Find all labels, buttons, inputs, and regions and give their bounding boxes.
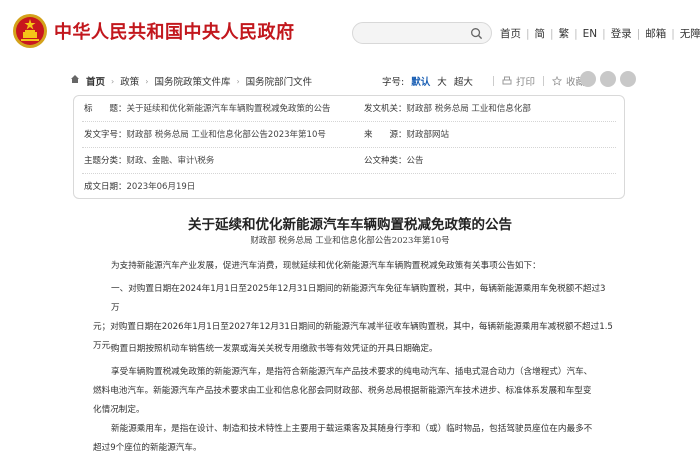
chevron-right-icon: › [236, 76, 240, 86]
info-title-label: 标 题： [84, 104, 127, 114]
paragraph-line: 一、对购置日期在2024年1月1日至2025年12月31日期间的新能源汽车免征车… [111, 284, 606, 313]
info-row-title: 标 题： 关于延续和优化新能源汽车车辆购置税减免政策的公告 [84, 98, 331, 118]
info-type-value: 公告 [406, 156, 424, 166]
divider: | [636, 27, 641, 40]
print-label: 打印 [516, 77, 536, 88]
top-link-traditional[interactable]: 繁 [559, 26, 570, 41]
paragraph-line: 为支持新能源汽车产业发展，促进汽车消费，现就延续和优化新能源汽车车辆购置税减免政… [111, 261, 541, 271]
divider: | [550, 27, 554, 40]
divider [82, 147, 616, 148]
info-issuer-label: 发文机关： [364, 104, 407, 114]
qzone-icon[interactable] [620, 71, 636, 87]
info-issuer-value: 财政部 税务总局 工业和信息化部 [406, 104, 531, 114]
paragraph-line: 元；对购置日期在2026年1月1日至2027年12月31日期间的新能源汽车减半征… [93, 322, 613, 332]
divider: | [526, 27, 530, 40]
info-date-value: 2023年06月19日 [126, 182, 196, 192]
top-nav-links: 首页 | 简 | 繁 | EN | 登录 | 邮箱 | 无障碍 [500, 26, 700, 41]
info-row-source: 来 源： 财政部网站 [364, 124, 449, 144]
divider [543, 76, 545, 86]
chevron-right-icon: › [111, 76, 115, 86]
info-row-topic: 主题分类： 财政、金融、审计\税务 [84, 150, 214, 170]
info-doc-no-value: 财政部 税务总局 工业和信息化部公告2023年第10号 [126, 130, 326, 140]
info-topic-value: 财政、金融、审计\税务 [126, 156, 215, 166]
paragraph-purchase-date: 购置日期按照机动车销售统一发票或海关关税专用缴款书等有效凭证的开具日期确定。 [93, 340, 613, 359]
breadcrumb: 首页 › 政策 › 国务院政策文件库 › 国务院部门文件 [86, 74, 313, 89]
site-title[interactable]: 中华人民共和国中央人民政府 [54, 18, 295, 44]
divider [82, 121, 616, 122]
paragraph-line: 享受车辆购置税减免政策的新能源汽车，是指符合新能源汽车产品技术要求的纯电动汽车、… [111, 367, 593, 377]
font-size-label: 字号: [382, 77, 405, 88]
chevron-right-icon: › [145, 76, 149, 86]
document-title: 关于延续和优化新能源汽车车辆购置税减免政策的公告 [188, 217, 512, 233]
info-source-label: 来 源： [364, 130, 407, 140]
paragraph-line: 超过9个座位的新能源汽车。 [93, 443, 202, 453]
top-link-accessibility[interactable]: 无障碍 [680, 26, 700, 41]
national-emblem-icon[interactable] [12, 13, 48, 49]
divider [82, 173, 616, 174]
top-link-home[interactable]: 首页 [500, 26, 521, 41]
info-row-doc-no: 发文字号： 财政部 税务总局 工业和信息化部公告2023年第10号 [84, 124, 326, 144]
top-link-english[interactable]: EN [583, 28, 598, 40]
document-subtitle: 财政部 税务总局 工业和信息化部公告2023年第10号 [250, 236, 450, 246]
divider: | [574, 27, 578, 40]
divider: | [671, 27, 675, 40]
info-date-label: 成文日期： [84, 182, 127, 192]
divider [493, 76, 494, 86]
paragraph-line: 燃料电池汽车。新能源汽车产品技术要求由工业和信息化部会同财政部、税务总局根据新能… [93, 386, 592, 396]
info-source-value: 财政部网站 [406, 130, 450, 140]
weibo-icon[interactable] [580, 71, 596, 87]
font-size-switcher: 字号: 默认 大 超大 [382, 74, 473, 88]
search-input[interactable] [352, 22, 492, 44]
divider: | [602, 27, 606, 40]
print-icon [502, 76, 512, 85]
star-icon [552, 76, 563, 86]
document-info-table: 标 题： 关于延续和优化新能源汽车车辆购置税减免政策的公告 发文机关： 财政部 … [73, 95, 625, 199]
home-icon [71, 75, 79, 83]
paragraph-vehicle-definition: 享受车辆购置税减免政策的新能源汽车，是指符合新能源汽车产品技术要求的纯电动汽车、… [93, 363, 613, 420]
info-topic-label: 主题分类： [84, 156, 127, 166]
info-row-issuer: 发文机关： 财政部 税务总局 工业和信息化部 [364, 98, 531, 118]
font-size-large[interactable]: 大 [437, 77, 447, 88]
paragraph-line: 购置日期按照机动车销售统一发票或海关关税专用缴款书等有效凭证的开具日期确定。 [111, 344, 438, 354]
page-tools: 打印 收藏 [485, 74, 585, 88]
font-size-xlarge[interactable]: 超大 [454, 77, 473, 88]
breadcrumb-home[interactable]: 首页 [86, 74, 105, 88]
top-link-simplified[interactable]: 简 [535, 26, 546, 41]
wechat-icon[interactable] [600, 71, 616, 87]
print-button[interactable]: 打印 [502, 74, 535, 88]
paragraph-line: 新能源乘用车，是指在设计、制造和技术特性上主要用于载运乘客及其随身行李和（或）临… [111, 424, 593, 434]
info-title-value: 关于延续和优化新能源汽车车辆购置税减免政策的公告 [126, 104, 331, 114]
breadcrumb-policy[interactable]: 政策 [120, 74, 139, 88]
search-icon[interactable] [470, 27, 483, 40]
info-row-date: 成文日期： 2023年06月19日 [84, 176, 195, 196]
share-buttons [580, 71, 640, 87]
paragraph-intro: 为支持新能源汽车产业发展，促进汽车消费，现就延续和优化新能源汽车车辆购置税减免政… [93, 257, 613, 276]
site-header: 中华人民共和国中央人民政府 首页 | 简 | 繁 | EN | 登录 | 邮箱 … [0, 0, 700, 64]
top-link-mail[interactable]: 邮箱 [645, 26, 666, 41]
info-row-type: 公文种类： 公告 [364, 150, 424, 170]
font-size-default[interactable]: 默认 [411, 77, 430, 88]
breadcrumb-policy-library[interactable]: 国务院政策文件库 [154, 74, 230, 88]
info-type-label: 公文种类： [364, 156, 407, 166]
paragraph-passenger-car: 新能源乘用车，是指在设计、制造和技术特性上主要用于载运乘客及其随身行李和（或）临… [93, 420, 613, 455]
top-link-login[interactable]: 登录 [611, 26, 632, 41]
breadcrumb-department-docs[interactable]: 国务院部门文件 [246, 74, 313, 88]
paragraph-line: 化情况制定。 [93, 405, 145, 415]
info-doc-no-label: 发文字号： [84, 130, 127, 140]
breadcrumb-bar: 首页 › 政策 › 国务院政策文件库 › 国务院部门文件 字号: 默认 大 超大… [70, 70, 636, 92]
